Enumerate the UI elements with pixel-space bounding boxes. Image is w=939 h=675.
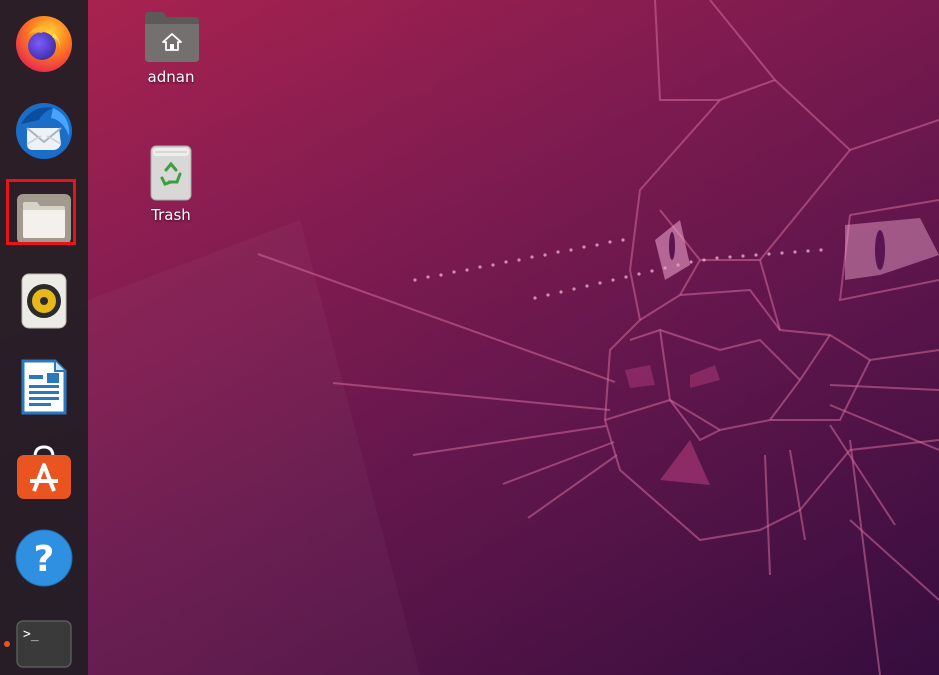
dock: ? >_	[0, 0, 88, 675]
help-icon: ?	[15, 529, 73, 587]
terminal-icon: >_	[16, 620, 72, 668]
dock-item-ubuntu-software[interactable]	[0, 432, 88, 512]
dock-item-files[interactable]	[0, 179, 88, 259]
desktop-icon-home[interactable]: adnan	[131, 8, 211, 86]
desktop-screen: adnan Trash ? >_	[0, 0, 939, 675]
dock-item-thunderbird[interactable]	[0, 91, 88, 171]
rhythmbox-icon	[21, 273, 67, 329]
desktop-icon-label: Trash	[151, 206, 191, 224]
running-indicator	[4, 641, 10, 647]
dock-item-rhythmbox[interactable]	[0, 261, 88, 341]
firefox-icon	[16, 16, 72, 72]
thunderbird-icon	[16, 103, 72, 159]
terminal-prompt: >_	[23, 627, 39, 642]
home-folder-icon	[145, 12, 199, 62]
writer-icon	[21, 359, 67, 415]
files-icon	[17, 194, 71, 244]
dock-item-terminal[interactable]: >_	[0, 604, 88, 675]
dock-item-writer[interactable]	[0, 347, 88, 427]
dock-item-help[interactable]: ?	[0, 518, 88, 598]
desktop-icon-trash[interactable]: Trash	[131, 144, 211, 224]
dock-item-firefox[interactable]	[0, 3, 88, 83]
help-glyph: ?	[34, 539, 55, 580]
desktop-icon-label: adnan	[147, 68, 195, 86]
trash-icon	[150, 145, 192, 201]
wallpaper-cat-art	[88, 0, 939, 675]
software-icon	[17, 445, 71, 499]
